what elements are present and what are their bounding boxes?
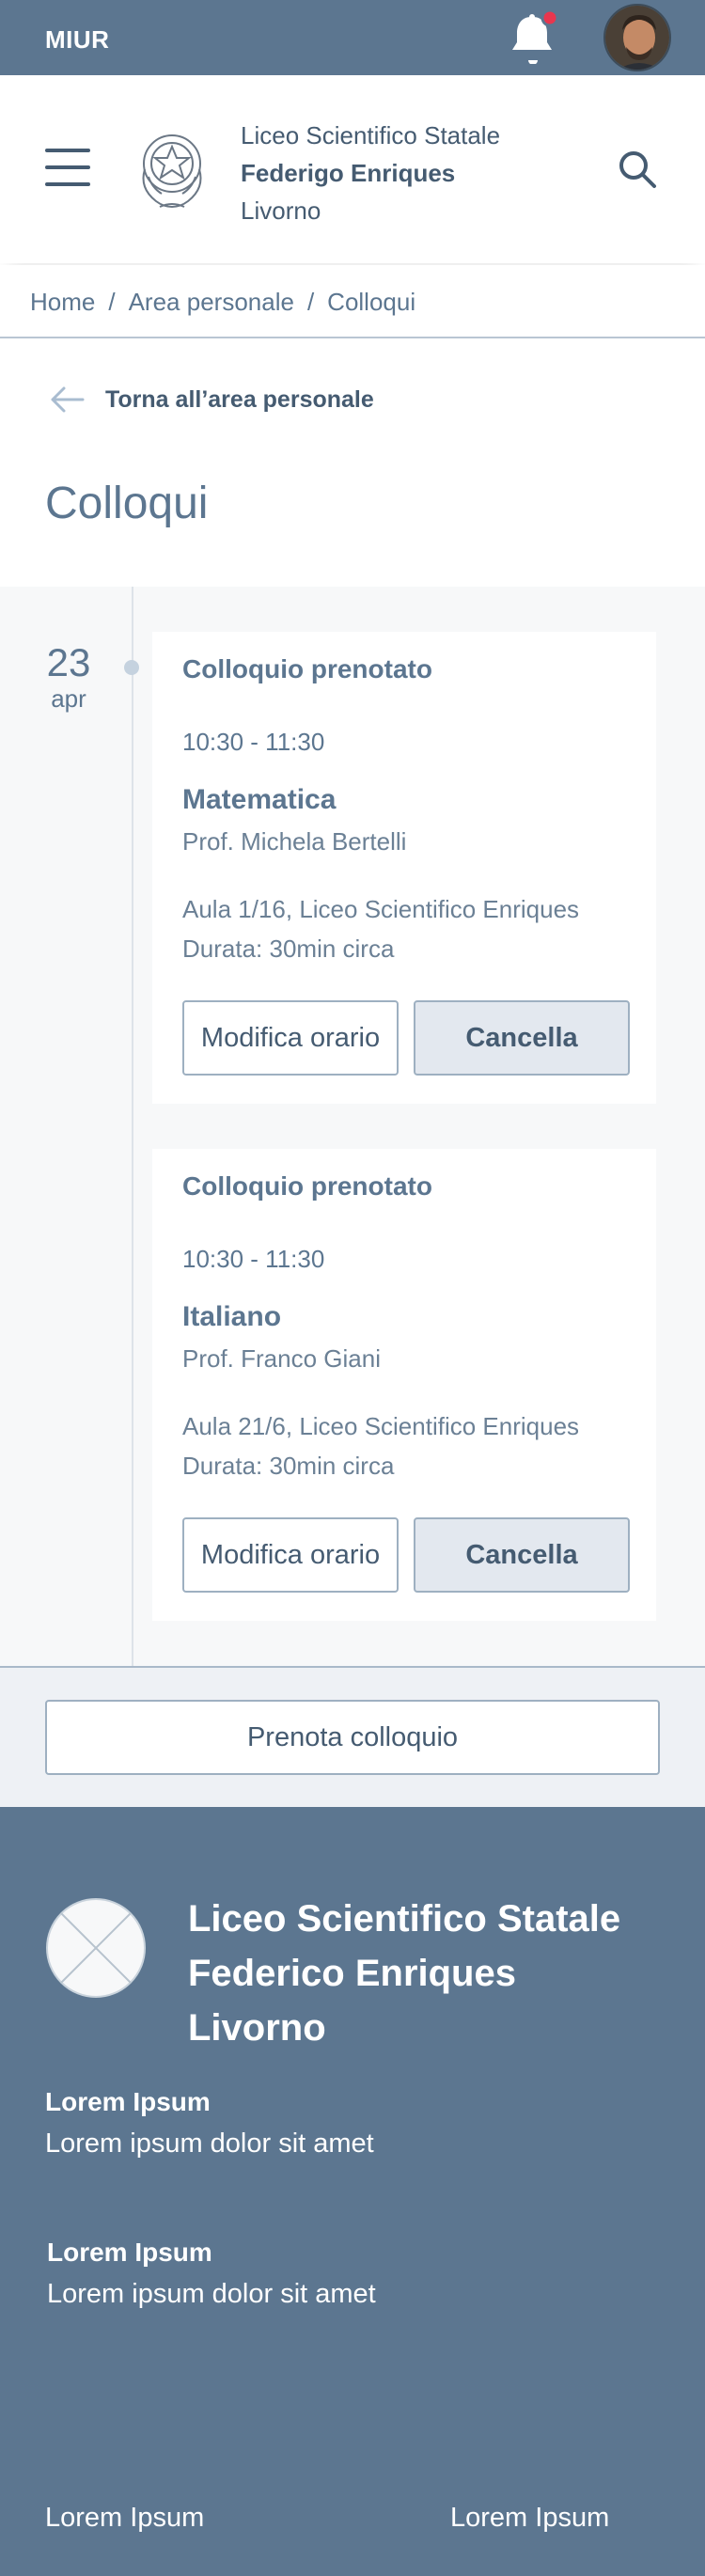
breadcrumb-separator: / bbox=[108, 288, 116, 316]
appointment-teacher: Prof. Franco Giani bbox=[182, 1344, 381, 1373]
hamburger-menu-icon[interactable] bbox=[45, 149, 90, 186]
notifications-bell-icon[interactable] bbox=[508, 8, 559, 65]
appointment-subject: Italiano bbox=[182, 1301, 282, 1332]
appointment-teacher: Prof. Michela Bertelli bbox=[182, 827, 407, 856]
appointment-status: Colloquio prenotato bbox=[182, 1171, 432, 1201]
breadcrumb: Home / Area personale / Colloqui bbox=[0, 265, 705, 338]
date-month: apr bbox=[51, 684, 86, 713]
cancel-button[interactable]: Cancella bbox=[414, 1000, 630, 1076]
appointment-duration: Durata: 30min circa bbox=[182, 935, 395, 963]
modify-time-button[interactable]: Modifica orario bbox=[182, 1517, 399, 1593]
back-to-area-link[interactable]: Torna all’area personale bbox=[49, 385, 374, 414]
placeholder-logo-icon bbox=[45, 1897, 147, 1999]
school-name-line3: Livorno bbox=[241, 196, 321, 225]
appointment-time: 10:30 - 11:30 bbox=[182, 728, 325, 756]
breadcrumb-separator: / bbox=[306, 288, 315, 316]
appointment-card: Colloquio prenotato 10:30 - 11:30 Matema… bbox=[152, 632, 656, 1104]
footer-info-block: Lorem Ipsum Lorem ipsum dolor sit amet bbox=[45, 2083, 374, 2166]
timeline-line bbox=[132, 587, 133, 1666]
notification-badge bbox=[540, 8, 559, 27]
book-bar: Prenota colloquio bbox=[0, 1666, 705, 1807]
footer-block-heading: Lorem Ipsum bbox=[45, 2087, 211, 2116]
footer-school-name: Liceo Scientifico Statale Federico Enriq… bbox=[188, 1892, 620, 2055]
appointment-place: Aula 21/6, Liceo Scientifico Enriques bbox=[182, 1412, 580, 1440]
book-appointment-button[interactable]: Prenota colloquio bbox=[45, 1700, 660, 1775]
brand-label: MIUR bbox=[45, 25, 110, 54]
site-header: Liceo Scientifico Statale Federigo Enriq… bbox=[0, 75, 705, 263]
modify-time-button[interactable]: Modifica orario bbox=[182, 1000, 399, 1076]
search-icon[interactable] bbox=[617, 149, 658, 190]
appointments-timeline: 23 apr Colloquio prenotato 10:30 - 11:30… bbox=[0, 587, 705, 1666]
school-name-line1: Liceo Scientifico Statale bbox=[241, 121, 501, 149]
school-name[interactable]: Liceo Scientifico Statale Federigo Enriq… bbox=[241, 117, 500, 229]
footer-block-text: Lorem ipsum dolor sit amet bbox=[45, 2128, 374, 2159]
top-bar: MIUR bbox=[0, 0, 705, 75]
footer-info-block: Lorem Ipsum Lorem ipsum dolor sit amet bbox=[47, 2234, 376, 2317]
footer-name-line2: Federico Enriques bbox=[188, 1953, 516, 1994]
timeline-dot bbox=[124, 660, 139, 675]
appointment-card: Colloquio prenotato 10:30 - 11:30 Italia… bbox=[152, 1149, 656, 1621]
breadcrumb-current: Colloqui bbox=[327, 288, 416, 316]
republic-emblem-icon bbox=[132, 122, 212, 212]
footer-link[interactable]: Lorem Ipsum bbox=[45, 2503, 204, 2534]
page-title: Colloqui bbox=[45, 479, 209, 528]
date-marker: 23 apr bbox=[34, 640, 103, 714]
site-footer: Liceo Scientifico Statale Federico Enriq… bbox=[0, 1807, 705, 2576]
breadcrumb-area-personale[interactable]: Area personale bbox=[129, 288, 294, 316]
appointment-place: Aula 1/16, Liceo Scientifico Enriques bbox=[182, 895, 580, 923]
footer-name-line3: Livorno bbox=[188, 2007, 326, 2049]
cancel-button[interactable]: Cancella bbox=[414, 1517, 630, 1593]
arrow-left-icon bbox=[51, 386, 85, 413]
appointment-status: Colloquio prenotato bbox=[182, 654, 432, 683]
footer-link[interactable]: Lorem Ipsum bbox=[450, 2503, 609, 2534]
footer-name-line1: Liceo Scientifico Statale bbox=[188, 1898, 621, 1940]
back-link-label: Torna all’area personale bbox=[105, 385, 374, 413]
appointment-duration: Durata: 30min circa bbox=[182, 1452, 395, 1480]
user-avatar[interactable] bbox=[603, 4, 671, 71]
date-day: 23 bbox=[46, 640, 91, 684]
school-name-line2: Federigo Enriques bbox=[241, 159, 456, 187]
appointment-subject: Matematica bbox=[182, 784, 337, 815]
breadcrumb-home[interactable]: Home bbox=[30, 288, 95, 316]
footer-block-heading: Lorem Ipsum bbox=[47, 2238, 212, 2267]
footer-block-text: Lorem ipsum dolor sit amet bbox=[47, 2279, 376, 2309]
appointment-time: 10:30 - 11:30 bbox=[182, 1245, 325, 1273]
